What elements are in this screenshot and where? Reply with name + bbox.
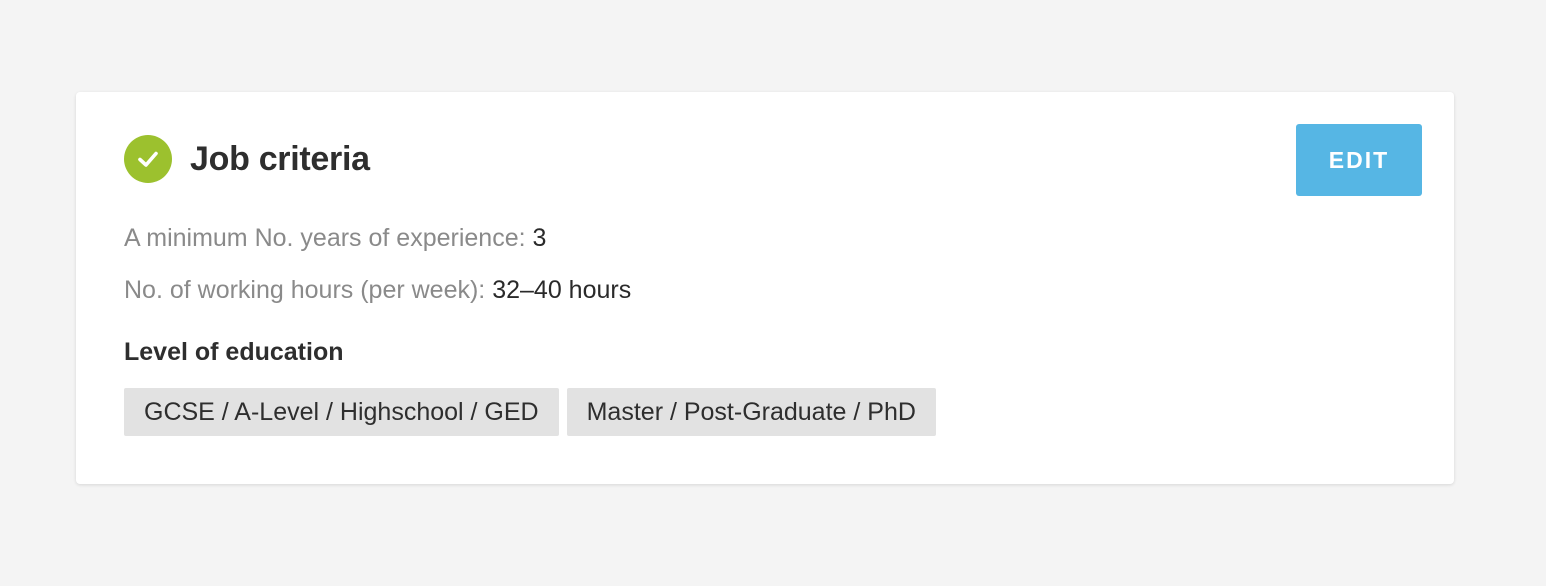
- education-heading: Level of education: [124, 338, 344, 366]
- job-criteria-card: Job criteria EDIT A minimum No. years of…: [76, 92, 1454, 484]
- education-tag: Master / Post-Graduate / PhD: [566, 388, 936, 436]
- education-tags: GCSE / A-Level / Highschool / GED Master…: [124, 388, 936, 436]
- working-hours-line: No. of working hours (per week): 32–40 h…: [124, 274, 631, 306]
- card-title: Job criteria: [190, 140, 370, 178]
- check-circle-icon: [124, 135, 172, 183]
- education-tag: GCSE / A-Level / Highschool / GED: [124, 388, 559, 436]
- card-header: Job criteria: [124, 135, 370, 183]
- edit-button[interactable]: EDIT: [1296, 124, 1422, 196]
- experience-line: A minimum No. years of experience: 3: [124, 222, 546, 254]
- working-hours-label: No. of working hours (per week):: [124, 276, 493, 304]
- experience-value: 3: [532, 224, 547, 252]
- experience-label: A minimum No. years of experience:: [124, 224, 533, 252]
- working-hours-value: 32–40 hours: [492, 276, 632, 304]
